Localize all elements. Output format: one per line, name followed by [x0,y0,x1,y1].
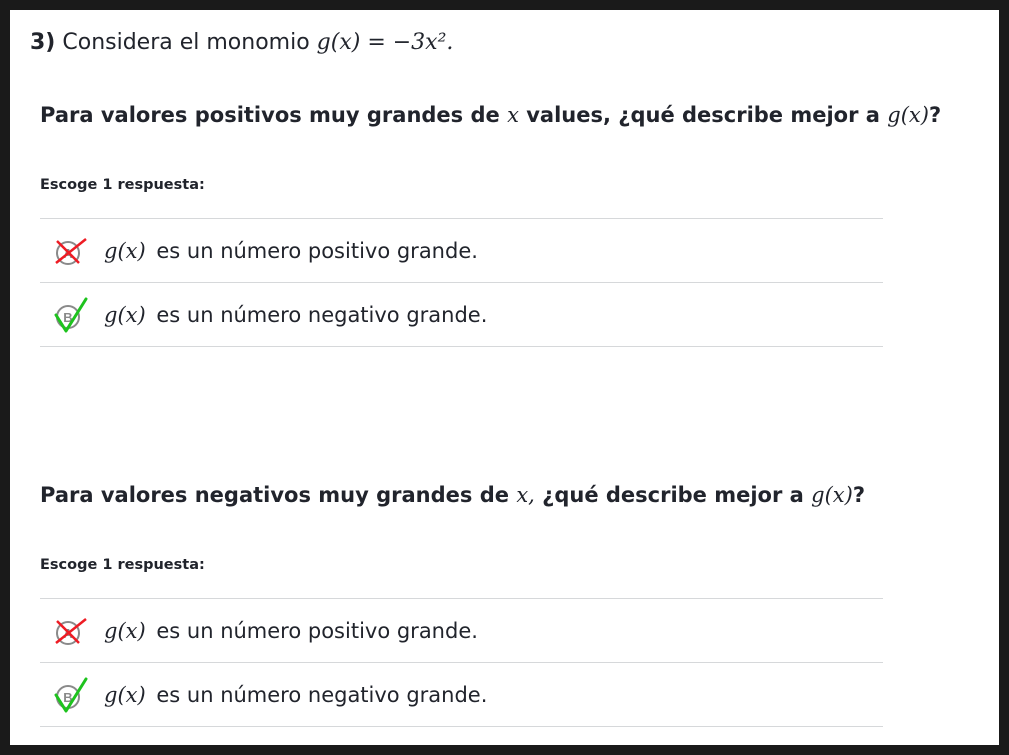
choice-text: g(x) es un número positivo grande. [104,619,478,643]
question-1: Para valores positivos muy grandes de x … [40,103,941,127]
question-1-choices: A g(x) es un número positivo grande. B g… [40,218,883,347]
question-2-text-start: Para valores negativos muy grandes de [40,483,509,507]
choice-label: es un número positivo grande. [156,618,478,643]
question-2-question-mark: ? [852,483,865,507]
question-2-variable: x, [516,483,535,507]
question-1-function: g(x) [887,103,929,127]
choice-function: g(x) [104,618,146,643]
question-1-choice-a[interactable]: A g(x) es un número positivo grande. [40,219,883,283]
question-1-prompt: Escoge 1 respuesta: [40,177,205,193]
correct-mark-icon: B [54,677,88,713]
incorrect-mark-icon: A [55,618,87,645]
monomial-formula: g(x) = −3x². [316,30,454,55]
question-1-choice-b[interactable]: B g(x) es un número negativo grande. [40,283,883,347]
exercise-intro: Considera el monomio [62,30,310,55]
question-2-choices: A g(x) es un número positivo grande. B g… [40,598,883,727]
question-1-question-mark: ? [928,103,942,127]
choice-function: g(x) [104,682,146,707]
question-2-choice-b[interactable]: B g(x) es un número negativo grande. [40,663,883,727]
question-2-prompt: Escoge 1 respuesta: [40,557,205,573]
question-2: Para valores negativos muy grandes de x,… [40,483,865,507]
exercise-header: 3) Considera el monomio g(x) = −3x². [30,30,453,55]
question-2-choice-a[interactable]: A g(x) es un número positivo grande. [40,599,883,663]
choice-text: g(x) es un número negativo grande. [104,303,487,327]
choice-label: es un número positivo grande. [156,238,478,263]
exercise-panel: 3) Considera el monomio g(x) = −3x². Par… [10,10,999,745]
question-1-text-start: Para valores positivos muy grandes de [40,103,500,127]
correct-mark-icon: B [54,297,88,333]
choice-label: es un número negativo grande. [156,682,488,707]
choice-function: g(x) [104,238,146,263]
choice-text: g(x) es un número positivo grande. [104,239,478,263]
question-2-function: g(x) [811,483,853,507]
choice-function: g(x) [104,302,146,327]
incorrect-mark-icon: A [55,238,87,265]
exercise-number: 3) [30,30,56,55]
choice-label: es un número negativo grande. [156,302,488,327]
question-1-variable: x [507,103,519,127]
question-2-text-middle: ¿qué describe mejor a [542,483,804,507]
choice-text: g(x) es un número negativo grande. [104,683,487,707]
question-1-text-middle: values, ¿qué describe mejor a [526,103,880,127]
